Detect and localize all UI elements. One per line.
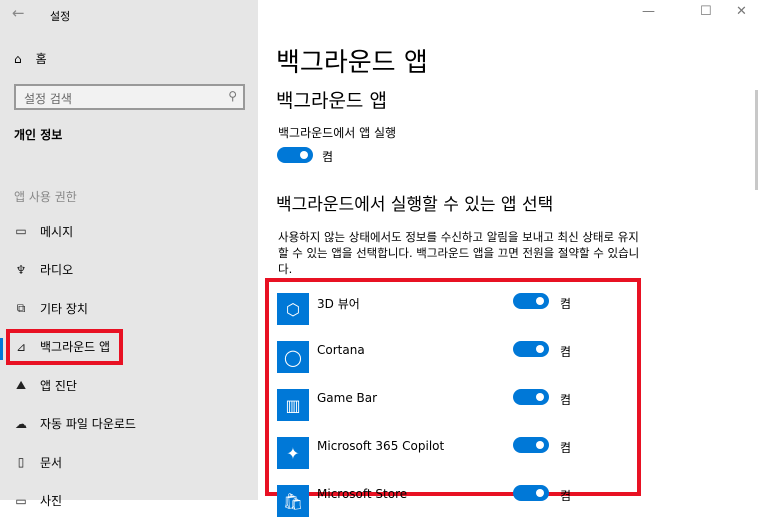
3d-viewer-icon: ⬡	[277, 293, 309, 325]
copilot-icon: ✦	[277, 437, 309, 469]
sidebar: ← 설정 ⌂ 홈 설정 검색 ⚲ 개인 정보 앱 사용 권한 ▭ 메시지 ♆ 라디오 ⧉ 기타…	[0, 0, 258, 508]
sidebar-item-label: 메시지	[40, 224, 74, 239]
message-icon: ▭	[15, 224, 27, 238]
run-in-background-label: 백그라운드에서 앱 실행	[278, 126, 397, 140]
app-name: 3D 뷰어	[317, 297, 360, 311]
sidebar-item[interactable]: ⊿ 백그라운드 앱	[14, 337, 244, 357]
section-heading: 개인 정보	[14, 128, 63, 142]
sidebar-item[interactable]: ▯ 문서	[14, 452, 244, 472]
app-list-item: 🛍 Microsoft Store 켬	[277, 485, 637, 519]
cortana-icon: ◯	[277, 341, 309, 373]
page-title: 백그라운드 앱	[276, 48, 428, 78]
app-state: 켬	[560, 441, 572, 455]
radio-tower-icon: ♆	[15, 262, 27, 277]
sidebar-item[interactable]: ▭ 메시지	[14, 221, 244, 241]
sidebar-item-label: 라디오	[40, 263, 74, 277]
sidebar-item-label: 자동 파일 다운로드	[40, 417, 136, 431]
sidebar-item-label: 백그라운드 앱	[40, 340, 111, 354]
description: 사용하지 않는 상태에서도 정보를 수신하고 알림을 보내고 최신 상태로 유지…	[278, 230, 640, 276]
cloud-icon: ☁	[15, 416, 27, 431]
app-list-item: ✦ Microsoft 365 Copilot 켬	[277, 437, 637, 471]
sidebar-item[interactable]: ⛰ 앱 진단	[14, 375, 244, 395]
pictures-icon: ▭	[15, 493, 27, 508]
search-icon: ⚲	[228, 89, 237, 103]
app-name: Microsoft Store	[317, 487, 408, 501]
sidebar-item[interactable]: ♆ 라디오	[14, 260, 244, 280]
sidebar-item-label: 앱 진단	[40, 378, 77, 393]
app-title: 설정	[50, 10, 71, 23]
app-toggle[interactable]	[513, 389, 549, 405]
run-in-background-toggle[interactable]	[277, 147, 313, 163]
scrollbar[interactable]	[755, 90, 758, 190]
section-title: 백그라운드 앱	[276, 90, 387, 112]
sidebar-item-label: 문서	[40, 455, 63, 470]
store-icon: 🛍	[277, 485, 309, 517]
selected-indicator	[0, 338, 3, 360]
app-toggle[interactable]	[513, 293, 549, 309]
background-apps-icon: ⊿	[15, 339, 27, 354]
app-toggle[interactable]	[513, 485, 549, 501]
app-toggle[interactable]	[513, 437, 549, 453]
minimize-button[interactable]: —	[642, 4, 655, 19]
run-in-background-state: 켬	[322, 150, 334, 164]
home-label: 홈	[35, 52, 47, 66]
sidebar-item-label: 사진	[40, 494, 63, 508]
search-placeholder: 설정 검색	[24, 92, 72, 106]
app-list-item: ◯ Cortana 켬	[277, 341, 637, 375]
app-name: Cortana	[317, 343, 365, 357]
sidebar-item-label: 기타 장치	[40, 301, 88, 316]
sidebar-item[interactable]: ⧉ 기타 장치	[14, 298, 244, 318]
app-state: 켬	[560, 345, 572, 359]
home-icon: ⌂	[14, 51, 22, 66]
app-state: 켬	[560, 489, 572, 503]
search-input[interactable]: 설정 검색 ⚲	[14, 84, 245, 110]
app-toggle[interactable]	[513, 341, 549, 357]
app-list-item: ▥ Game Bar 켬	[277, 389, 637, 423]
app-state: 켬	[560, 393, 572, 407]
main-content: — ☐ ✕ 백그라운드 앱 백그라운드 앱 백그라운드에서 앱 실행 켬 백그라…	[258, 0, 763, 517]
diagnostics-icon: ⛰	[15, 377, 27, 392]
app-state: 켬	[560, 297, 572, 311]
maximize-button[interactable]: ☐	[700, 4, 712, 19]
document-icon: ▯	[17, 455, 25, 469]
devices-icon: ⧉	[16, 300, 26, 315]
select-apps-heading: 백그라운드에서 실행할 수 있는 앱 선택	[276, 195, 554, 215]
sidebar-item[interactable]: ▭ 사진	[14, 491, 244, 511]
permissions-header: 앱 사용 권한	[14, 190, 77, 204]
nav-home[interactable]: ⌂ 홈	[14, 50, 47, 67]
app-list-item: ⬡ 3D 뷰어 켬	[277, 293, 637, 327]
app-name: Game Bar	[317, 391, 378, 405]
back-arrow-icon[interactable]: ←	[12, 4, 36, 24]
app-name: Microsoft 365 Copilot	[317, 439, 445, 453]
close-button[interactable]: ✕	[736, 4, 747, 19]
sidebar-item[interactable]: ☁ 자동 파일 다운로드	[14, 414, 244, 434]
game-bar-icon: ▥	[277, 389, 309, 421]
